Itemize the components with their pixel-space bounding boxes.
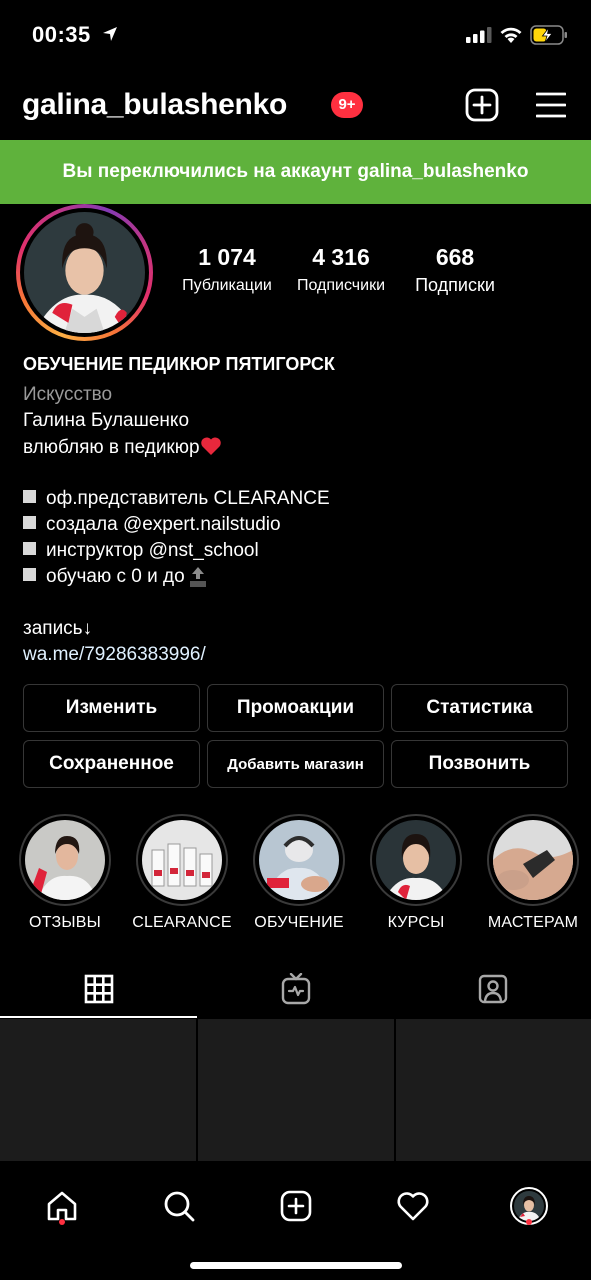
bio-booking: запись↓: [23, 618, 93, 639]
followers-count-label: Подписчики: [296, 277, 385, 294]
saved-button[interactable]: Сохраненное: [23, 740, 200, 788]
highlight-cover: [259, 820, 339, 900]
home-notification-dot: [59, 1219, 65, 1225]
menu-icon[interactable]: [536, 91, 566, 119]
status-time: 00:35: [32, 22, 91, 47]
highlight-training[interactable]: ОБУЧЕНИЕ: [244, 814, 354, 932]
profile-header: galina_bulashenko 9+: [0, 78, 591, 134]
following-count-value: 668: [435, 244, 475, 270]
highlight-cover: [25, 820, 105, 900]
nav-home[interactable]: [32, 1176, 92, 1236]
posts-count-value: 1 074: [198, 244, 256, 270]
bio-bullet: оф.представитель CLEARANCE: [23, 488, 573, 514]
location-arrow-icon: [103, 27, 117, 41]
bio-bullet: инструктор @nst_school: [23, 540, 573, 566]
insights-button[interactable]: Статистика: [391, 684, 568, 732]
search-icon: [164, 1191, 195, 1222]
square-icon: [23, 542, 36, 555]
signal-icon: [466, 27, 492, 43]
home-icon: [47, 1191, 77, 1221]
profile-tabs: [0, 960, 591, 1018]
edit-profile-button[interactable]: Изменить: [23, 684, 200, 732]
active-tab-indicator: [0, 1016, 197, 1018]
status-bar: 00:35: [0, 0, 591, 70]
profile-avatar[interactable]: [16, 204, 153, 341]
bio-tagline: влюбляю в педикюр: [23, 437, 200, 458]
igtv-icon: [281, 973, 310, 1005]
username-switcher[interactable]: galina_bulashenko: [22, 88, 287, 122]
highlight-courses[interactable]: КУРСЫ: [361, 814, 471, 932]
square-icon: [23, 490, 36, 503]
tab-igtv[interactable]: [197, 960, 394, 1018]
highlight-label: МАСТЕРАМ: [487, 914, 579, 931]
post-thumbnail[interactable]: [198, 1019, 394, 1161]
highlight-cover: [142, 820, 222, 900]
followers-count-value: 4 316: [312, 244, 370, 270]
bio-name: ОБУЧЕНИЕ ПЕДИКЮР ПЯТИГОРСК: [23, 354, 335, 374]
highlight-cover: [493, 820, 573, 900]
tab-posts-grid[interactable]: [0, 960, 197, 1018]
nav-search[interactable]: [149, 1176, 209, 1236]
post-thumbnail[interactable]: [396, 1019, 591, 1161]
square-icon: [23, 568, 36, 581]
account-switched-banner: Вы переключились на аккаунт galina_bulas…: [0, 140, 591, 204]
tagged-icon: [478, 974, 507, 1004]
grid-icon: [84, 974, 113, 1004]
nav-create[interactable]: [266, 1176, 326, 1236]
profile-notification-dot: [526, 1219, 532, 1225]
bio-category[interactable]: Искусство: [23, 384, 573, 410]
top-arrow-icon: [189, 567, 206, 587]
red-heart-icon: [200, 437, 221, 455]
bio-link[interactable]: wa.me/79286383996/: [23, 644, 573, 670]
new-post-icon: [280, 1190, 312, 1222]
bio-bullet: обучаю с 0 и до: [23, 566, 573, 592]
highlight-clearance[interactable]: CLEARANCE: [127, 814, 237, 932]
post-thumbnail[interactable]: [0, 1019, 196, 1161]
posts-count-label: Публикации: [182, 277, 272, 294]
following-count[interactable]: 668 Подписки: [400, 244, 510, 296]
nav-profile[interactable]: [499, 1176, 559, 1236]
add-shop-button[interactable]: Добавить магазин: [207, 740, 384, 788]
notification-badge[interactable]: 9+: [331, 92, 363, 118]
profile-bio: ОБУЧЕНИЕ ПЕДИКЮР ПЯТИГОРСК Искусство Гал…: [23, 354, 573, 670]
posts-count[interactable]: 1 074 Публикации: [172, 244, 282, 295]
promotions-button[interactable]: Промоакции: [207, 684, 384, 732]
wifi-icon: [500, 27, 522, 43]
following-count-label: Подписки: [415, 275, 495, 295]
call-button[interactable]: Позвонить: [391, 740, 568, 788]
highlight-label: ОБУЧЕНИЕ: [254, 914, 344, 931]
highlight-label: ОТЗЫВЫ: [29, 914, 101, 931]
highlight-cover: [376, 820, 456, 900]
highlight-label: CLEARANCE: [132, 914, 232, 931]
square-icon: [23, 516, 36, 529]
highlight-masters[interactable]: МАСТЕРАМ: [478, 814, 588, 932]
bio-bullet: создала @expert.nailstudio: [23, 514, 573, 540]
avatar-photo: [24, 212, 145, 333]
bio-full-name: Галина Булашенко: [23, 410, 190, 431]
new-post-icon[interactable]: [465, 88, 499, 122]
followers-count[interactable]: 4 316 Подписчики: [286, 244, 396, 295]
home-indicator: [190, 1262, 402, 1269]
highlight-label: КУРСЫ: [387, 914, 445, 931]
heart-icon: [397, 1192, 429, 1221]
nav-activity[interactable]: [383, 1176, 443, 1236]
bio-tagline-row: влюбляю в педикюр: [23, 436, 573, 462]
battery-charging-icon: [530, 25, 567, 45]
tab-tagged[interactable]: [394, 960, 591, 1018]
highlight-reviews[interactable]: ОТЗЫВЫ: [10, 814, 120, 932]
